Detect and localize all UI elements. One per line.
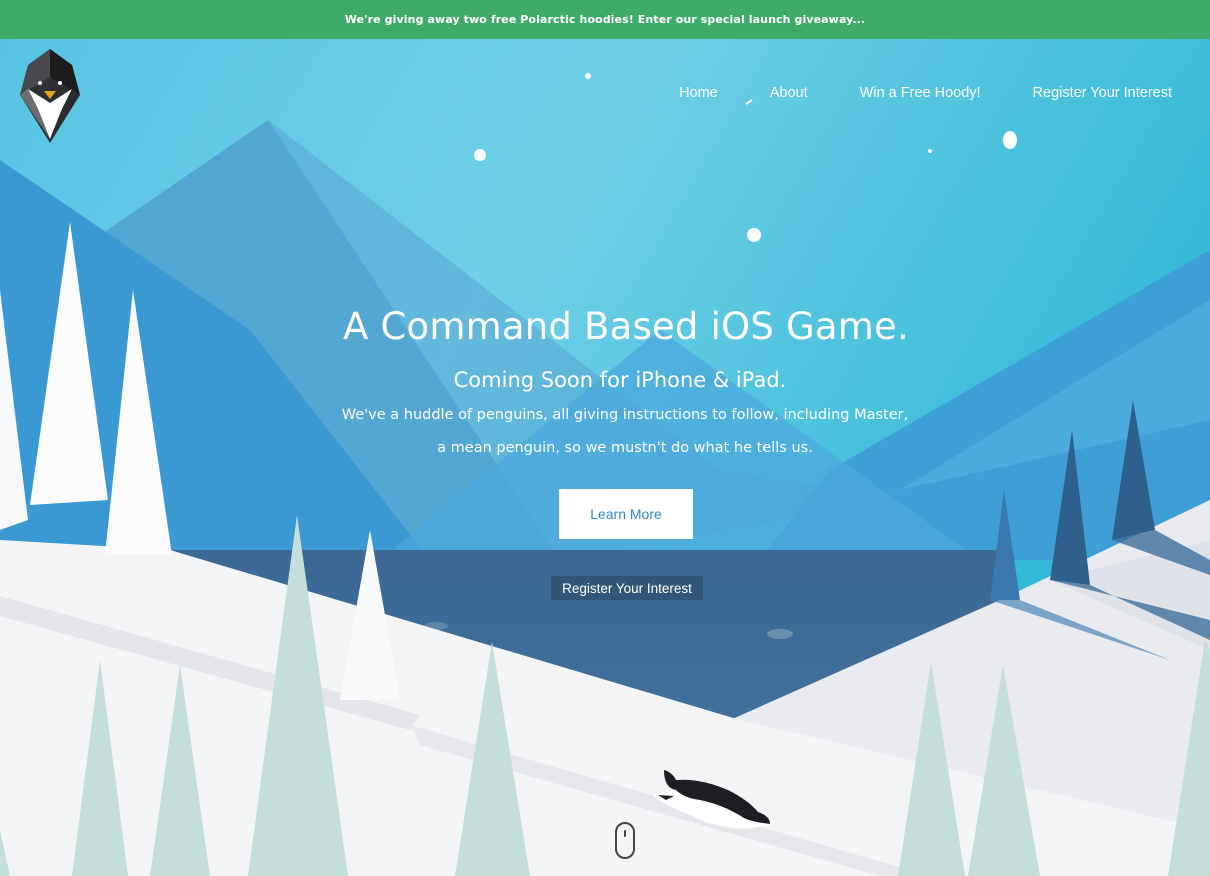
- nav-register-interest[interactable]: Register Your Interest: [1033, 85, 1172, 105]
- snowflake: [928, 149, 932, 153]
- hero-content: A Command Based iOS Game. Coming Soon fo…: [0, 300, 1210, 465]
- register-interest-link[interactable]: Register Your Interest: [551, 576, 703, 600]
- giveaway-banner[interactable]: We're giving away two free Polarctic hoo…: [0, 0, 1210, 39]
- hero-description-line-2: a mean penguin, so we mustn't do what he…: [437, 440, 813, 456]
- nav-win-free-hoody[interactable]: Win a Free Hoody!: [860, 85, 981, 105]
- penguin-logo-icon: [20, 49, 80, 143]
- snowflake: [585, 73, 591, 79]
- penguin-logo[interactable]: [14, 47, 86, 143]
- nav-about[interactable]: About: [770, 85, 808, 105]
- learn-more-button[interactable]: Learn More: [559, 489, 693, 539]
- ice-floe: [767, 629, 793, 639]
- snowflake: [474, 149, 486, 161]
- landing-page: We're giving away two free Polarctic hoo…: [0, 0, 1210, 876]
- main-nav: Home About Win a Free Hoody! Register Yo…: [679, 85, 1172, 105]
- snowflake: [747, 228, 761, 242]
- hero-title: A Command Based iOS Game.: [343, 305, 909, 348]
- scroll-wheel: [624, 830, 626, 837]
- hero-subtitle: Coming Soon for iPhone & iPad.: [453, 368, 787, 392]
- mouse-scroll-icon[interactable]: [615, 822, 635, 859]
- snowflake: [1003, 131, 1017, 149]
- nav-home[interactable]: Home: [679, 85, 718, 105]
- hero-description-line-1: We've a huddle of penguins, all giving i…: [341, 407, 909, 423]
